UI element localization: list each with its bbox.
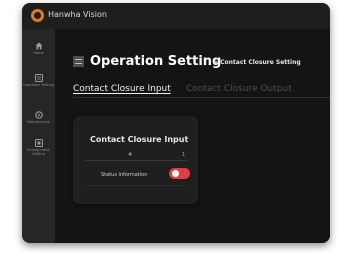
row-divider [85,185,187,186]
status-information-toggle[interactable] [169,168,190,179]
header-divider [85,160,187,161]
tabs-divider [73,97,330,98]
environment-setting-icon [34,139,43,147]
breadcrumb: > Contact Closure Setting [213,59,301,66]
sidebar-item-home[interactable]: Home [22,42,55,55]
page-title: Operation Setting [90,54,222,69]
tab-contact-closure-input[interactable]: Contact Closure Input [73,84,171,94]
column-header-channel-1: 1 [182,152,186,158]
device-screen: Hanwha Vision Home Operation Setting Mai… [22,3,330,243]
top-bar: Hanwha Vision [22,3,330,29]
sidebar-item-environment-setting[interactable]: Environment Setting [22,139,55,156]
column-header-number: # [128,152,133,158]
operation-setting-icon [34,74,43,82]
sidebar-item-label: Maintenance [27,120,50,124]
operation-setting-icon [73,56,84,67]
hanwha-logo-icon [31,9,44,22]
sidebar-item-label: Home [33,51,44,55]
contact-closure-input-card: Contact Closure Input # 1 Status informa… [73,116,198,204]
toggle-knob [172,170,179,177]
sidebar-item-label: Environment Setting [27,148,50,156]
sidebar-item-label: Operation Setting [22,83,55,87]
maintenance-icon [34,111,43,119]
sidebar: Home Operation Setting Maintenance Envir… [22,29,55,243]
main-content: Operation Setting > Contact Closure Sett… [55,29,330,243]
card-title: Contact Closure Input [90,135,189,144]
sidebar-item-operation-setting[interactable]: Operation Setting [22,74,55,87]
home-icon [35,42,42,50]
tab-contact-closure-output[interactable]: Contact Closure Output [186,84,292,94]
status-information-label: Status information [101,172,148,178]
brand-name: Hanwha Vision [48,10,107,19]
sidebar-item-maintenance[interactable]: Maintenance [22,111,55,124]
